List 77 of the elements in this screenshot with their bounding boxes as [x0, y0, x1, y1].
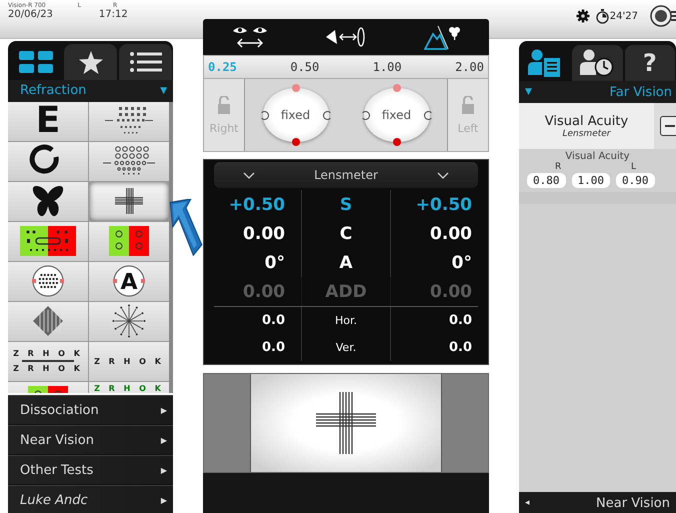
- chart-thumbnail[interactable]: [8, 302, 88, 341]
- chevron-down-icon: [436, 172, 449, 178]
- unlock-icon: [461, 96, 475, 114]
- lens-value[interactable]: +0.50: [228, 194, 285, 214]
- minus-icon: [665, 125, 675, 127]
- menu-item[interactable]: Luke Andc ▶: [8, 485, 173, 513]
- chart-thumbnail[interactable]: Z R H O K: [89, 382, 169, 393]
- arrow-icon: [169, 199, 203, 257]
- lens-value[interactable]: 0.00: [243, 224, 285, 244]
- eye-label: R: [555, 162, 562, 172]
- chart-thumbnail[interactable]: [89, 222, 169, 261]
- lens-value[interactable]: 0°: [264, 252, 285, 272]
- chart-thumbnail[interactable]: E: [8, 102, 88, 141]
- chart-thumbnail[interactable]: [89, 102, 169, 141]
- chart-thumbnail[interactable]: [8, 222, 88, 261]
- eyes-icon: [232, 25, 268, 49]
- lens-parameter: Hor.: [301, 307, 391, 334]
- lens-value[interactable]: 0.00: [430, 224, 472, 244]
- lens-parameter: C: [301, 219, 391, 248]
- stopwatch-icon: [596, 8, 609, 24]
- mountain-flower-icon: [424, 24, 460, 50]
- lens-parameter: A: [301, 248, 391, 277]
- lensmeter-title: Lensmeter: [314, 168, 378, 182]
- chart-thumbnail[interactable]: [89, 302, 169, 341]
- near-vision-button[interactable]: ◂ Near Vision: [519, 492, 676, 513]
- collapse-button[interactable]: [660, 116, 676, 136]
- chart-thumbnail[interactable]: Z R H O K: [89, 342, 169, 381]
- menu-icon[interactable]: [650, 4, 676, 28]
- eye-label: L: [630, 162, 636, 172]
- test-card[interactable]: Visual Acuity Lensmeter: [519, 103, 654, 149]
- lens-value[interactable]: +0.50: [416, 194, 472, 214]
- eye-lens-icon: [324, 26, 367, 48]
- chart-thumbnail[interactable]: [89, 142, 169, 181]
- chart-thumbnail[interactable]: [89, 182, 169, 221]
- acuity-value[interactable]: 0.90: [616, 173, 654, 188]
- settings-icon[interactable]: [576, 9, 590, 23]
- distance-option[interactable]: 2.00: [455, 60, 484, 74]
- section-dropdown[interactable]: Refraction ▼: [8, 80, 173, 102]
- lens-value[interactable]: 0.0: [262, 313, 285, 328]
- distance-option[interactable]: 0.50: [290, 60, 320, 74]
- unlock-icon: [217, 96, 231, 114]
- chart-thumbnail[interactable]: [8, 142, 88, 181]
- lensmeter-header[interactable]: Lensmeter: [214, 162, 478, 188]
- distance-option[interactable]: 1.00: [372, 60, 402, 74]
- list-icon: [130, 51, 162, 74]
- acuity-value[interactable]: 0.80: [527, 173, 566, 188]
- date-text: 20/06/23: [8, 9, 53, 20]
- lens-parameter: Ver.: [301, 334, 391, 361]
- chart-thumbnail[interactable]: [8, 262, 88, 301]
- chevron-down-icon: [243, 172, 256, 178]
- section-dropdown[interactable]: ▼ Far Vision: [519, 81, 676, 103]
- tab[interactable]: ?: [624, 45, 675, 81]
- menu-item[interactable]: Dissociation ▶: [8, 395, 173, 424]
- lens-value[interactable]: 0°: [452, 252, 472, 272]
- acuity-value[interactable]: 1.00: [572, 173, 610, 188]
- chart-thumbnail[interactable]: A: [89, 262, 169, 301]
- menu-item[interactable]: Near Vision ▶: [8, 425, 173, 454]
- lens-value[interactable]: 0.0: [448, 340, 472, 355]
- star-icon: [78, 50, 102, 74]
- test-title: Visual Acuity: [544, 114, 628, 128]
- person-document-icon: [528, 49, 562, 77]
- results-title: Visual Acuity: [565, 151, 630, 162]
- chart-thumbnail[interactable]: [8, 182, 88, 221]
- tab[interactable]: [119, 44, 172, 80]
- tab[interactable]: [64, 44, 117, 80]
- time-text: 17:12: [98, 9, 128, 20]
- grid-icon: [18, 51, 52, 74]
- lens-parameter: S: [301, 190, 391, 219]
- cross-chart-drawing: [316, 392, 376, 454]
- timer-text: 24'27: [610, 10, 638, 22]
- lens-value[interactable]: 0.0: [262, 340, 285, 355]
- tab[interactable]: [572, 45, 623, 81]
- test-subtitle: Lensmeter: [562, 128, 610, 138]
- person-clock-icon: [580, 49, 614, 77]
- menu-item[interactable]: Other Tests ▶: [8, 455, 173, 484]
- chart-thumbnail[interactable]: Z R H O K Z R H O K: [8, 342, 88, 381]
- lens-value[interactable]: 0.0: [448, 313, 472, 328]
